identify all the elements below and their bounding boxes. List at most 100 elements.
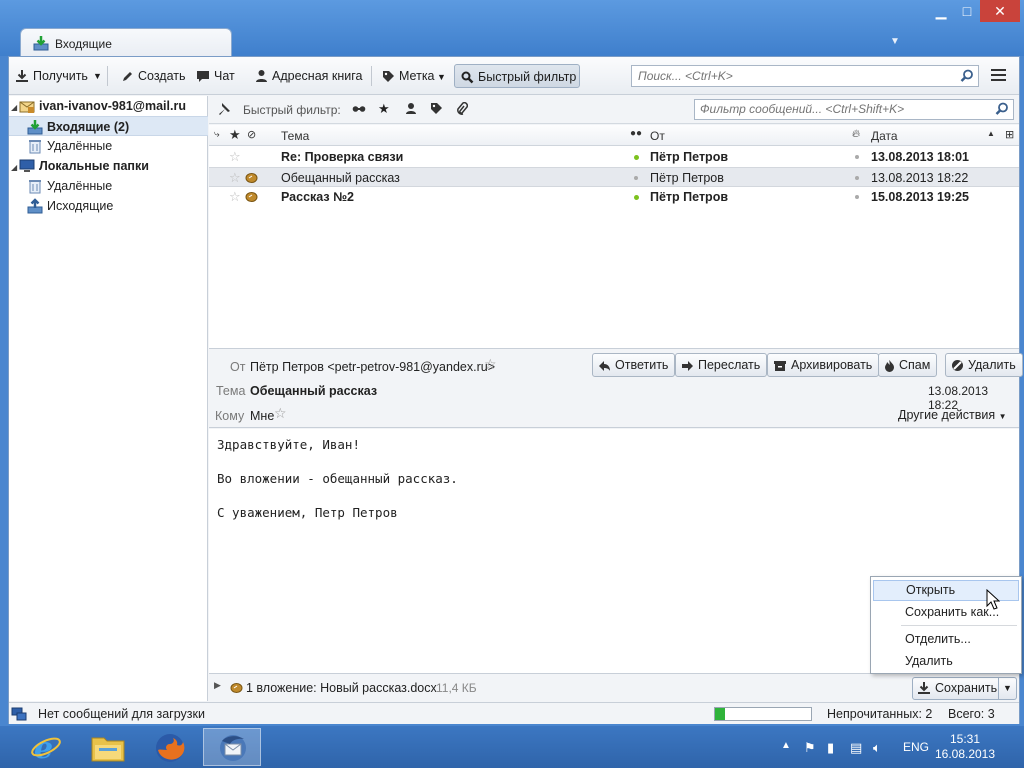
folder-inbox[interactable]: Входящие (2)	[9, 116, 208, 136]
menu-item-delete[interactable]: Удалить	[873, 651, 1019, 672]
add-contact-star-icon[interactable]: ☆	[274, 405, 287, 422]
thread-column-icon[interactable]: ⤷	[214, 129, 220, 140]
column-date[interactable]: Дата	[871, 129, 898, 143]
delete-button[interactable]: Удалить	[945, 353, 1023, 377]
toolbar-separator	[371, 66, 372, 86]
message-from: Пётр Петров	[650, 190, 729, 204]
star-column-icon[interactable]: ★	[229, 127, 241, 143]
tab-inbox[interactable]: Входящие	[20, 28, 232, 58]
body-line: Здравствуйте, Иван!	[217, 437, 360, 452]
network-status-icon[interactable]	[11, 706, 27, 722]
folder-local-trash[interactable]: Удалённые	[9, 176, 208, 196]
device-icon[interactable]: ▮	[827, 740, 834, 756]
add-contact-star-icon[interactable]: ☆	[484, 356, 497, 373]
read-dot-icon[interactable]	[634, 176, 638, 180]
pin-icon[interactable]	[217, 102, 231, 116]
taskbar-firefox[interactable]	[141, 728, 199, 766]
junk-column-icon[interactable]: 🔥︎	[852, 128, 860, 141]
progress-bar	[714, 707, 812, 721]
expand-attachments-icon[interactable]: ▶	[214, 680, 221, 691]
message-row[interactable]: ☆ Рассказ №2 Пётр Петров 15.08.2013 19:2…	[209, 187, 1019, 207]
reply-button[interactable]: Ответить	[592, 353, 676, 377]
tag-icon	[383, 71, 394, 82]
folder-outbox[interactable]: Исходящие	[9, 196, 208, 216]
tag-button[interactable]: Метка ▼	[382, 64, 446, 88]
folder-account[interactable]: ◢ ivan-ivanov-981@mail.ru	[9, 96, 208, 116]
tab-list-icon[interactable]: ▼	[890, 36, 900, 47]
folder-trash[interactable]: Удалённые	[9, 136, 208, 156]
quick-filter-button[interactable]: Быстрый фильтр	[454, 64, 580, 88]
junk-dot-icon[interactable]	[855, 176, 859, 180]
mouse-cursor-icon	[986, 589, 1000, 610]
attachment-filter-icon[interactable]	[456, 102, 468, 116]
menu-item-detach[interactable]: Отделить...	[873, 629, 1019, 650]
column-from[interactable]: От	[650, 129, 665, 143]
junk-dot-icon[interactable]	[855, 155, 859, 159]
unread-dot-icon[interactable]	[634, 155, 639, 160]
inbox-label: Входящие (2)	[47, 120, 130, 134]
taskbar-ie[interactable]: e	[17, 728, 75, 766]
search-icon[interactable]	[960, 69, 974, 83]
show-hidden-icons[interactable]: ▲	[781, 740, 791, 751]
contact-filter-icon[interactable]	[405, 102, 417, 115]
spam-button[interactable]: Спам	[878, 353, 938, 377]
message-date: 13.08.2013 18:22	[871, 171, 969, 185]
junk-dot-icon[interactable]	[855, 195, 859, 199]
taskbar-explorer[interactable]	[79, 728, 137, 766]
message-row-selected[interactable]: ☆ Обещанный рассказ Пётр Петров 13.08.20…	[209, 167, 1019, 187]
archive-label: Архивировать	[791, 358, 873, 372]
unread-filter-icon[interactable]	[352, 104, 366, 114]
save-dropdown-button[interactable]: ▼	[999, 677, 1017, 700]
local-folders-label: Локальные папки	[39, 159, 149, 173]
star-icon[interactable]: ☆	[229, 147, 241, 167]
other-actions-button[interactable]: Другие действия ▼	[898, 408, 1007, 422]
flag-icon[interactable]: ⚑	[804, 740, 816, 756]
save-attachment-button[interactable]: Сохранить	[912, 677, 999, 700]
from-value[interactable]: Пётр Петров <petr-petrov-981@yandex.ru>	[250, 360, 495, 374]
to-value[interactable]: Мне	[250, 409, 274, 423]
search-icon[interactable]	[995, 102, 1009, 116]
write-label: Создать	[138, 69, 186, 83]
address-book-button[interactable]: Адресная книга	[255, 64, 362, 88]
attachment-column-icon[interactable]: ⊘	[247, 128, 256, 141]
attachment-info[interactable]: 1 вложение: Новый рассказ.docx	[246, 681, 437, 695]
search-input[interactable]	[638, 69, 948, 83]
message-filter-input[interactable]	[700, 102, 990, 116]
clock[interactable]: 15:31 16.08.2013	[930, 732, 1000, 762]
close-button[interactable]: ✕	[980, 0, 1020, 22]
body-line: Во вложении - обещанный рассказ.	[217, 471, 458, 486]
write-button[interactable]: Создать	[121, 64, 186, 88]
unread-dot-icon[interactable]	[634, 195, 639, 200]
maximize-button[interactable]: □	[954, 0, 980, 22]
read-column-icon[interactable]: ●●	[630, 128, 642, 139]
column-picker-icon[interactable]: ⊞	[1005, 128, 1014, 141]
star-icon[interactable]: ☆	[229, 187, 241, 207]
global-search[interactable]	[631, 65, 979, 87]
get-messages-button[interactable]: Получить	[15, 64, 88, 88]
trash-label: Удалённые	[47, 139, 113, 153]
minimize-button[interactable]: ▁	[928, 0, 954, 22]
firefox-icon	[156, 734, 185, 762]
folder-local[interactable]: ◢ Локальные папки	[9, 156, 208, 176]
chat-button[interactable]: Чат	[196, 64, 235, 88]
star-icon[interactable]: ☆	[229, 168, 241, 188]
column-subject[interactable]: Тема	[281, 129, 309, 143]
get-messages-dropdown[interactable]: ▼	[93, 64, 102, 88]
taskbar-thunderbird[interactable]	[203, 728, 261, 766]
progress-fill	[715, 708, 725, 720]
forward-button[interactable]: Переслать	[675, 353, 768, 377]
quick-filter-label: Быстрый фильтр:	[243, 103, 341, 117]
language-indicator[interactable]: ENG	[903, 740, 929, 754]
network-icon[interactable]: ▤	[850, 740, 862, 756]
volume-icon[interactable]: 🔈︎	[873, 740, 881, 756]
archive-button[interactable]: Архивировать	[767, 353, 880, 377]
message-row[interactable]: ☆ Re: Проверка связи Пётр Петров 13.08.2…	[209, 147, 1019, 167]
sort-ascending-icon: ▲	[987, 129, 995, 138]
tag-label: Метка	[399, 69, 435, 83]
delete-icon	[952, 360, 963, 371]
tag-filter-icon[interactable]	[430, 102, 443, 115]
app-menu-icon[interactable]	[991, 68, 1007, 82]
unread-count: Непрочитанных: 2	[827, 707, 933, 721]
message-filter-search[interactable]	[694, 99, 1014, 120]
star-filter-icon[interactable]: ★	[378, 101, 390, 117]
